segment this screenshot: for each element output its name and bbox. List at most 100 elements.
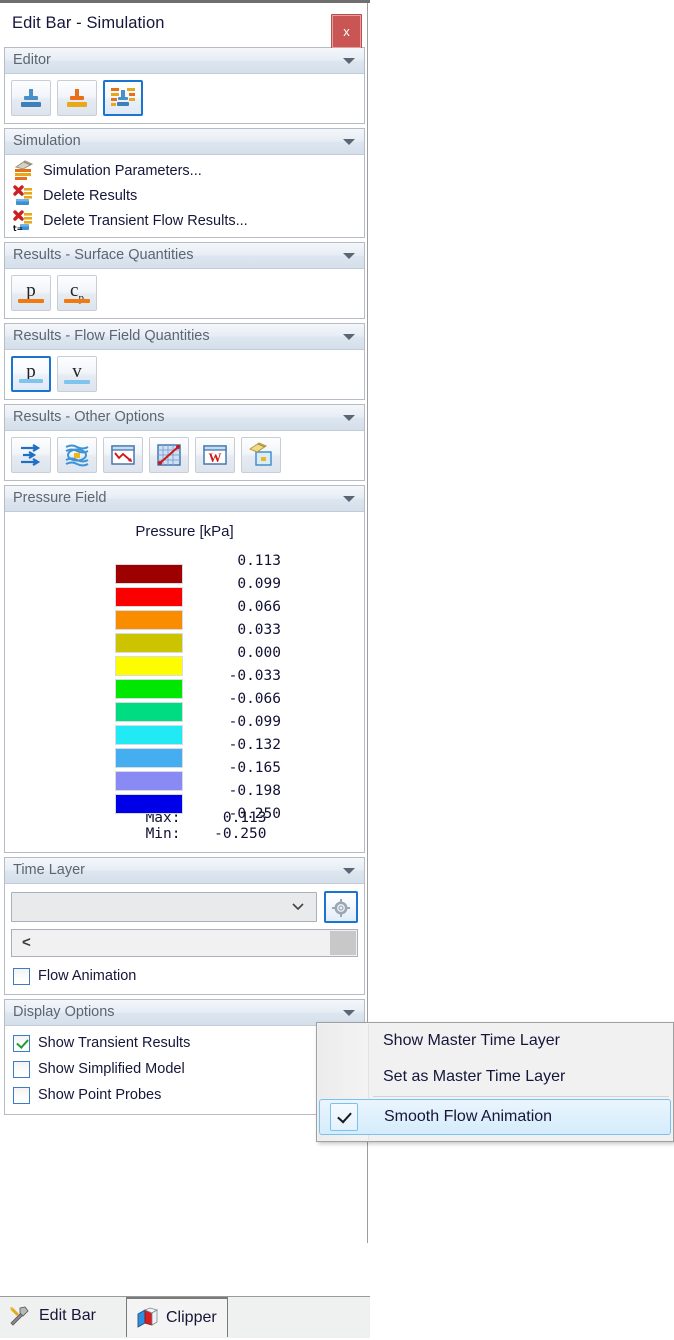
checkbox-box[interactable] xyxy=(13,1060,30,1078)
group-title-pressure-field: Pressure Field xyxy=(13,490,107,506)
accent-bar xyxy=(19,379,43,383)
menu-item-smooth-flow-animation[interactable]: Smooth Flow Animation xyxy=(319,1099,671,1135)
edit-list-icon[interactable] xyxy=(103,80,143,116)
group-header-flow-field-quantities[interactable]: Results - Flow Field Quantities xyxy=(5,324,364,350)
group-simulation: Simulation Simulation Parameters... Dele… xyxy=(4,128,365,238)
surface-pressure-button[interactable]: p xyxy=(11,275,51,311)
checkbox-box[interactable] xyxy=(13,967,30,985)
group-title-surface-quantities: Results - Surface Quantities xyxy=(13,247,194,263)
legend-tick-11: -0.250 xyxy=(228,806,281,822)
legend-tick-0: 0.113 xyxy=(237,553,281,569)
group-title-other-options: Results - Other Options xyxy=(13,409,165,425)
group-display-options: Display Options Show Transient Results S… xyxy=(4,999,365,1115)
time-layer-slider[interactable]: < xyxy=(11,929,358,957)
legend-band-2 xyxy=(115,610,183,630)
group-header-time-layer[interactable]: Time Layer xyxy=(5,858,364,884)
menu-item-simulation-parameters[interactable]: Simulation Parameters... xyxy=(11,158,358,183)
delete-transient-flow-results-icon: t= xyxy=(13,209,39,232)
delete-results-icon xyxy=(13,184,39,207)
group-time-layer: Time Layer < Flow Animation xyxy=(4,857,365,995)
legend-tick-1: 0.099 xyxy=(237,576,281,592)
time-layer-combo[interactable] xyxy=(11,892,317,922)
group-header-editor[interactable]: Editor xyxy=(5,48,364,74)
legend-tick-5: -0.033 xyxy=(228,668,281,684)
checkbox-box[interactable] xyxy=(13,1086,30,1104)
group-title-time-layer: Time Layer xyxy=(13,862,85,878)
tab-label: Clipper xyxy=(166,1309,217,1326)
flow-velocity-button[interactable]: v xyxy=(57,356,97,392)
menu-item-set-as-master-time-layer[interactable]: Set as Master Time Layer xyxy=(317,1059,673,1095)
legend-band-5 xyxy=(115,679,183,699)
cube-clip-icon xyxy=(137,1307,158,1328)
flow-layers-icon[interactable] xyxy=(57,437,97,473)
legend-min-max: Max: 0.113 Min: -0.250 xyxy=(5,810,364,842)
time-layer-settings-button[interactable] xyxy=(324,891,358,923)
simulation-parameters-icon xyxy=(13,159,39,182)
checkbox-label: Show Simplified Model xyxy=(38,1061,185,1077)
menu-item-delete-results[interactable]: Delete Results xyxy=(11,183,358,208)
chart-curve-icon[interactable] xyxy=(103,437,143,473)
flow-pressure-button[interactable]: p xyxy=(11,356,51,392)
xy-plot-icon[interactable] xyxy=(149,437,189,473)
legend-tick-2: 0.066 xyxy=(237,599,281,615)
slider-prev-label[interactable]: < xyxy=(22,934,31,951)
chevron-down-icon xyxy=(292,903,304,910)
edit-bar-panel: Edit Bar - Simulation x Editor Simulatio… xyxy=(0,3,368,1243)
legend-band-4 xyxy=(115,656,183,676)
copy-image-icon[interactable] xyxy=(241,437,281,473)
group-header-display-options[interactable]: Display Options xyxy=(5,1000,364,1026)
group-header-surface-quantities[interactable]: Results - Surface Quantities xyxy=(5,243,364,269)
checkbox-show-point-probes[interactable]: Show Point Probes xyxy=(11,1082,358,1108)
group-title-display-options: Display Options xyxy=(13,1004,115,1020)
surface-quantities-toolbar: p cp xyxy=(11,275,358,311)
checkbox-box[interactable] xyxy=(13,1034,30,1052)
legend-band-3 xyxy=(115,633,183,653)
menu-label: Delete Transient Flow Results... xyxy=(43,212,248,229)
legend-min-value: -0.250 xyxy=(214,826,267,842)
checkbox-flow-animation[interactable]: Flow Animation xyxy=(11,963,358,989)
slider-thumb[interactable] xyxy=(330,931,356,955)
checkbox-show-simplified-model[interactable]: Show Simplified Model xyxy=(11,1056,358,1082)
pressure-legend: Pressure [kPa] 0.113 0.099 0.066 0.033 0.000… xyxy=(5,512,364,852)
group-header-other-options[interactable]: Results - Other Options xyxy=(5,405,364,431)
other-options-toolbar: W xyxy=(11,437,358,473)
group-editor: Editor xyxy=(4,47,365,124)
chevron-down-icon xyxy=(343,139,355,145)
legend-band-0 xyxy=(115,564,183,584)
group-header-simulation[interactable]: Simulation xyxy=(5,129,364,155)
chevron-down-icon xyxy=(343,58,355,64)
word-report-icon[interactable]: W xyxy=(195,437,235,473)
group-title-flow-field-quantities: Results - Flow Field Quantities xyxy=(13,328,210,344)
streamlines-icon[interactable] xyxy=(11,437,51,473)
accent-bar xyxy=(18,299,44,303)
surface-pressure-coefficient-button[interactable]: cp xyxy=(57,275,97,311)
checkbox-show-transient-results[interactable]: Show Transient Results xyxy=(11,1030,358,1056)
insert-above-icon[interactable] xyxy=(11,80,51,116)
legend-color-bands xyxy=(115,564,183,817)
legend-band-7 xyxy=(115,725,183,745)
menu-item-delete-transient-flow-results[interactable]: t= Delete Transient Flow Results... xyxy=(11,208,358,233)
menu-label: Smooth Flow Animation xyxy=(384,1108,553,1125)
chevron-down-icon xyxy=(343,334,355,340)
accent-bar xyxy=(64,299,90,303)
chevron-down-icon xyxy=(343,1010,355,1016)
time-layer-row xyxy=(11,891,358,923)
checkbox-label: Flow Animation xyxy=(38,968,137,984)
menu-item-show-master-time-layer[interactable]: Show Master Time Layer xyxy=(317,1023,673,1059)
chevron-down-icon xyxy=(343,415,355,421)
group-header-pressure-field[interactable]: Pressure Field xyxy=(5,486,364,512)
chevron-down-icon xyxy=(343,253,355,259)
tab-edit-bar[interactable]: Edit Bar xyxy=(0,1297,106,1335)
group-flow-field-quantities: Results - Flow Field Quantities p v xyxy=(4,323,365,400)
insert-below-icon[interactable] xyxy=(57,80,97,116)
tab-clipper[interactable]: Clipper xyxy=(126,1297,228,1337)
legend-band-6 xyxy=(115,702,183,722)
legend-tick-8: -0.132 xyxy=(228,737,281,753)
legend-tick-4: 0.000 xyxy=(237,645,281,661)
legend-band-1 xyxy=(115,587,183,607)
time-layer-context-menu: Show Master Time Layer Set as Master Tim… xyxy=(316,1022,674,1142)
close-button[interactable]: x xyxy=(331,14,362,49)
group-other-options: Results - Other Options W xyxy=(4,404,365,481)
checkbox-label: Show Transient Results xyxy=(38,1035,191,1051)
svg-text:t=: t= xyxy=(13,224,23,232)
